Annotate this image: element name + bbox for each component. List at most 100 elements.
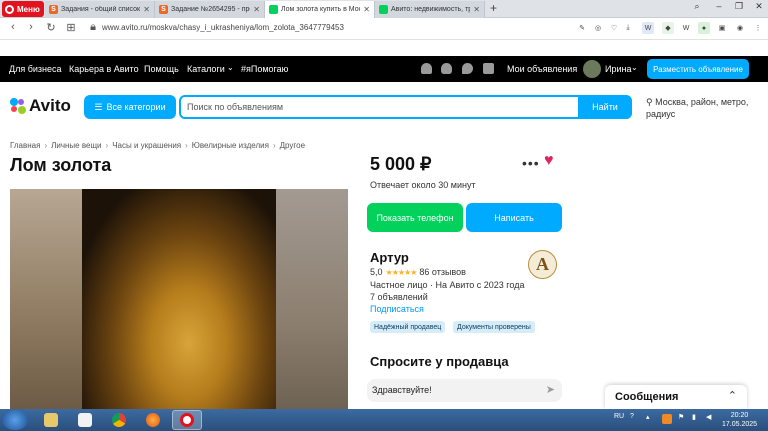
ask-message-text: Здравствуйте! bbox=[372, 385, 432, 395]
speed-dial-icon[interactable]: ⊞ bbox=[64, 21, 78, 34]
location-selector[interactable]: ⚲ Москва, район, метро, радиус bbox=[646, 96, 756, 120]
ask-seller-message-field[interactable]: Здравствуйте! ➤ bbox=[367, 379, 562, 402]
place-ad-button[interactable]: Разместить объявление bbox=[647, 59, 749, 79]
browser-tab[interactable]: S Задания - общий список ✕ bbox=[45, 1, 155, 18]
camera-icon[interactable]: ◎ bbox=[592, 22, 604, 34]
taskbar-clock[interactable]: 20:20 17.05.2025 bbox=[722, 411, 757, 429]
avito-logo[interactable]: Avito bbox=[10, 96, 71, 116]
favorite-heart-icon[interactable]: ♥ bbox=[544, 152, 554, 170]
word-extension-icon[interactable]: W bbox=[642, 22, 654, 34]
chevron-down-icon[interactable]: ⌄ bbox=[227, 63, 234, 72]
nav-link-help[interactable]: Помощь bbox=[144, 64, 179, 74]
wiki-extension-icon[interactable]: W bbox=[680, 22, 692, 34]
back-icon[interactable]: ‹ bbox=[6, 21, 20, 33]
more-options-icon[interactable]: ••• bbox=[522, 155, 540, 171]
taskbar-media[interactable] bbox=[70, 410, 100, 430]
language-indicator[interactable]: RU bbox=[614, 413, 624, 420]
close-icon[interactable]: ✕ bbox=[473, 5, 480, 14]
breadcrumb: Главная › Личные вещи › Часы и украшения… bbox=[10, 141, 305, 150]
reliable-seller-badge: Надёжный продавец bbox=[370, 321, 446, 333]
start-button-icon[interactable] bbox=[2, 410, 28, 430]
network-tray-icon[interactable]: ▮ bbox=[692, 413, 696, 421]
reply-time: Отвечает около 30 минут bbox=[370, 180, 476, 190]
more-menu-icon[interactable]: ⋮ bbox=[752, 22, 764, 34]
edit-icon[interactable]: ✎ bbox=[576, 22, 588, 34]
media-player-icon bbox=[78, 413, 92, 427]
extension-icon[interactable]: ◆ bbox=[662, 22, 674, 34]
heart-outline-icon[interactable]: ♡ bbox=[608, 22, 620, 34]
forward-icon[interactable]: › bbox=[24, 21, 38, 33]
my-ads-link[interactable]: Мои объявления bbox=[507, 64, 577, 74]
reload-icon[interactable]: ↻ bbox=[44, 21, 58, 34]
location-label: Москва, район, метро, радиус bbox=[646, 97, 749, 119]
extension-icon[interactable]: ▣ bbox=[716, 22, 728, 34]
nav-link-help-campaign[interactable]: #яПомогаю bbox=[241, 64, 288, 74]
breadcrumb-item[interactable]: Другое bbox=[280, 141, 305, 150]
search-button[interactable]: Найти bbox=[578, 95, 632, 119]
listing-photo[interactable] bbox=[10, 189, 348, 409]
user-avatar[interactable] bbox=[583, 60, 601, 78]
tray-arrow-icon[interactable]: ▴ bbox=[646, 413, 650, 421]
avito-favicon-icon bbox=[379, 5, 388, 14]
menu-grid-icon: ☰ bbox=[94, 101, 103, 112]
nav-link-business[interactable]: Для бизнеса bbox=[9, 64, 62, 74]
chevron-up-icon[interactable]: ⌃ bbox=[728, 389, 737, 402]
taskbar-firefox[interactable] bbox=[138, 410, 168, 430]
app-tray-icon[interactable] bbox=[662, 414, 672, 424]
breadcrumb-item[interactable]: Личные вещи bbox=[51, 141, 101, 150]
show-phone-button[interactable]: Показать телефон bbox=[367, 203, 463, 232]
notifications-icon[interactable] bbox=[441, 63, 452, 74]
send-icon[interactable]: ➤ bbox=[546, 383, 555, 396]
taskbar-chrome[interactable] bbox=[104, 410, 134, 430]
breadcrumb-item[interactable]: Ювелирные изделия bbox=[192, 141, 269, 150]
ask-seller-title: Спросите у продавца bbox=[370, 354, 509, 369]
search-tabs-icon[interactable]: ⌕ bbox=[688, 1, 706, 12]
help-tray-icon[interactable]: ? bbox=[630, 413, 634, 420]
messages-icon[interactable] bbox=[462, 63, 473, 74]
all-categories-button[interactable]: ☰ Все категории bbox=[84, 95, 176, 119]
profile-icon[interactable]: ◉ bbox=[734, 22, 746, 34]
seller-ads-count[interactable]: 7 объявлений bbox=[370, 292, 428, 302]
taskbar-opera[interactable] bbox=[172, 410, 202, 430]
browser-tab[interactable]: Авито: недвижимость, тра ✕ bbox=[375, 1, 485, 18]
subscribe-link[interactable]: Подписаться bbox=[370, 304, 424, 314]
browser-tab-active[interactable]: Лом золота купить в Моск ✕ bbox=[265, 1, 375, 18]
breadcrumb-item[interactable]: Часы и украшения bbox=[112, 141, 181, 150]
nav-link-careers[interactable]: Карьера в Авито bbox=[69, 64, 139, 74]
extension-icon[interactable]: ● bbox=[698, 22, 710, 34]
taskbar-explorer[interactable] bbox=[36, 410, 66, 430]
user-name[interactable]: Ирина bbox=[605, 64, 631, 74]
breadcrumb-separator-icon: › bbox=[44, 141, 48, 150]
photo-blur-left bbox=[10, 189, 82, 409]
minimize-icon[interactable]: – bbox=[710, 1, 728, 11]
gold-jewelry-image bbox=[82, 189, 276, 409]
photo-blur-right bbox=[276, 189, 348, 409]
clock-time: 20:20 bbox=[730, 412, 749, 419]
url-field[interactable]: www.avito.ru/moskva/chasy_i_ukrasheniya/… bbox=[102, 23, 344, 32]
nav-link-catalogs[interactable]: Каталоги bbox=[187, 64, 225, 74]
close-icon[interactable]: ✕ bbox=[363, 5, 370, 14]
flag-tray-icon[interactable]: ⚑ bbox=[678, 413, 684, 421]
browser-tab[interactable]: S Задание №2654295 - про ✕ bbox=[155, 1, 265, 18]
new-tab-button[interactable]: + bbox=[490, 1, 497, 15]
chevron-down-icon[interactable]: ⌄ bbox=[631, 63, 638, 72]
tab-title: Лом золота купить в Моск bbox=[281, 6, 361, 13]
close-window-icon[interactable]: ✕ bbox=[750, 1, 768, 12]
opera-icon bbox=[180, 413, 194, 427]
breadcrumb-item[interactable]: Главная bbox=[10, 141, 40, 150]
seller-rating[interactable]: 5,0 ★★★★★ 86 отзывов bbox=[370, 267, 466, 277]
write-message-button[interactable]: Написать bbox=[466, 203, 562, 232]
download-icon[interactable]: ⤓ bbox=[622, 22, 634, 34]
maximize-icon[interactable]: ❐ bbox=[730, 1, 748, 12]
opera-menu-button[interactable]: Меню bbox=[2, 1, 44, 17]
close-icon[interactable]: ✕ bbox=[143, 5, 150, 14]
close-icon[interactable]: ✕ bbox=[253, 5, 260, 14]
cart-icon[interactable] bbox=[483, 63, 494, 74]
favorites-icon[interactable] bbox=[421, 63, 432, 74]
volume-tray-icon[interactable]: ◀ bbox=[706, 413, 711, 421]
seller-name[interactable]: Артур bbox=[370, 250, 409, 265]
seller-avatar[interactable]: A bbox=[528, 250, 557, 279]
avito-favicon-icon bbox=[269, 5, 278, 14]
messages-widget[interactable]: Сообщения ⌃ bbox=[605, 385, 747, 409]
search-input[interactable] bbox=[187, 100, 567, 114]
